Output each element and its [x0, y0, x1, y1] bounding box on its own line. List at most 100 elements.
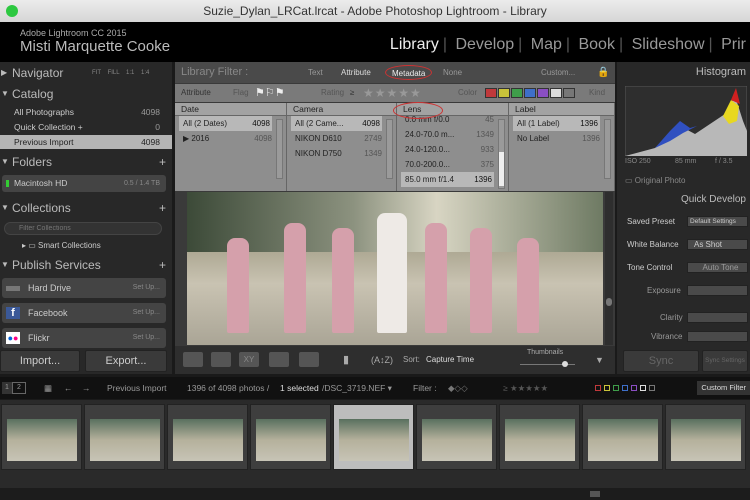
sort-dropdown[interactable]: Capture Time: [426, 346, 474, 374]
catalog-item[interactable]: Quick Collection + 0: [0, 120, 172, 134]
column-scrollbar[interactable]: [498, 119, 505, 189]
module-map[interactable]: Map: [531, 36, 562, 53]
zoom-fill[interactable]: FILL: [108, 70, 120, 76]
loupe-view-icon[interactable]: [211, 352, 231, 367]
setup-link[interactable]: Set Up...: [133, 303, 160, 323]
metadata-item[interactable]: ▶ 2016 4098: [175, 131, 286, 146]
metadata-item[interactable]: 70.0-200.0... 375: [397, 157, 508, 172]
color-filter-swatch[interactable]: [613, 385, 619, 391]
column-scrollbar[interactable]: [386, 119, 393, 179]
forward-arrow-icon[interactable]: →: [82, 377, 91, 399]
metadata-item[interactable]: 85.0 mm f/1.4 1396: [401, 172, 494, 187]
color-filter-swatch[interactable]: [595, 385, 601, 391]
catalog-header[interactable]: ▼ Catalog: [0, 85, 172, 103]
setup-link[interactable]: Set Up...: [133, 278, 160, 298]
color-filter-swatch[interactable]: [622, 385, 628, 391]
filter-tab-none[interactable]: None: [443, 62, 462, 83]
metadata-item[interactable]: All (2 Dates) 4098: [179, 116, 272, 131]
filmstrip-thumbnail[interactable]: [167, 404, 248, 470]
filmstrip-thumbnail[interactable]: [250, 404, 331, 470]
filter-tab-attribute[interactable]: Attribute: [341, 62, 371, 83]
color-label-swatch[interactable]: [563, 88, 575, 98]
filter-preset-dropdown[interactable]: Custom...: [541, 62, 575, 83]
folders-header[interactable]: ▼ Folders +: [0, 153, 172, 171]
filmstrip-thumbnail[interactable]: [665, 404, 746, 470]
window-zoom-button[interactable]: [6, 5, 18, 17]
sort-direction-icon[interactable]: (A↕Z): [371, 346, 393, 374]
module-slideshow[interactable]: Slideshow: [632, 36, 705, 53]
rating-filter-stars[interactable]: ≥ ★★★★★: [503, 377, 548, 399]
filmstrip-thumbnail-selected[interactable]: [333, 404, 414, 470]
color-label-swatch[interactable]: [498, 88, 510, 98]
module-library[interactable]: Library: [390, 36, 439, 53]
color-filter-swatch[interactable]: [604, 385, 610, 391]
people-view-icon[interactable]: [299, 352, 319, 367]
filename-dropdown[interactable]: /DSC_3719.NEF ▾: [322, 377, 392, 399]
custom-filter-dropdown[interactable]: Custom Filter: [697, 381, 750, 395]
filter-tab-metadata[interactable]: Metadata: [385, 65, 433, 80]
color-filter-swatch[interactable]: [649, 385, 655, 391]
filmstrip-thumbnail[interactable]: [416, 404, 497, 470]
zoom-1-4[interactable]: 1:4: [141, 70, 149, 76]
painter-icon[interactable]: ▮: [343, 346, 349, 374]
catalog-item-selected[interactable]: Previous Import 4098: [0, 135, 172, 149]
publish-services-header[interactable]: ▼ Publish Services +: [0, 256, 172, 274]
color-filter-swatch[interactable]: [631, 385, 637, 391]
original-photo-checkbox[interactable]: ▭ Original Photo: [625, 176, 685, 185]
filmstrip-thumbnail[interactable]: [1, 404, 82, 470]
smart-collections-set[interactable]: ▸ ▭ Smart Collections: [0, 239, 172, 253]
metadata-item[interactable]: All (2 Came... 4098: [291, 116, 382, 131]
setup-link[interactable]: Set Up...: [133, 328, 160, 348]
filter-tab-text[interactable]: Text: [308, 62, 323, 83]
import-button[interactable]: Import...: [0, 350, 80, 372]
flag-filter-icons[interactable]: ◆◇◇: [448, 377, 468, 399]
rating-stars[interactable]: ★★★★★: [363, 84, 422, 102]
vibrance-stepper[interactable]: [687, 331, 748, 342]
color-filter-swatch[interactable]: [640, 385, 646, 391]
monitor-2-button[interactable]: 2: [12, 382, 26, 394]
zoom-1-1[interactable]: 1:1: [126, 70, 134, 76]
monitor-1-button[interactable]: 1: [2, 382, 12, 394]
grid-view-icon[interactable]: [183, 352, 203, 367]
module-print[interactable]: Prir: [721, 36, 746, 53]
compare-view-icon[interactable]: XY: [239, 352, 259, 367]
vertical-scrollbar[interactable]: [605, 192, 613, 345]
filmstrip-thumbnail[interactable]: [84, 404, 165, 470]
filmstrip-thumbnail[interactable]: [499, 404, 580, 470]
publish-flickr[interactable]: ●● Flickr Set Up...: [2, 328, 166, 348]
column-header[interactable]: Label: [509, 103, 614, 116]
sync-button[interactable]: Sync: [623, 350, 699, 372]
metadata-item[interactable]: NIKON D610 2749: [287, 131, 396, 146]
exposure-stepper[interactable]: [687, 285, 748, 296]
metadata-item[interactable]: NIKON D750 1349: [287, 146, 396, 161]
zoom-fit[interactable]: FIT: [92, 70, 101, 76]
toolbar-menu-icon[interactable]: ▼: [595, 346, 604, 374]
thumbnail-size-slider[interactable]: [520, 361, 575, 367]
metadata-item[interactable]: 24.0-120.0... 933: [397, 142, 508, 157]
column-scrollbar[interactable]: [604, 119, 611, 179]
rating-operator[interactable]: ≥: [350, 84, 354, 102]
color-label-swatch[interactable]: [485, 88, 497, 98]
saved-preset-dropdown[interactable]: Default Settings: [687, 216, 748, 227]
back-arrow-icon[interactable]: ←: [64, 377, 73, 399]
color-label-swatch[interactable]: [550, 88, 562, 98]
publish-facebook[interactable]: f Facebook Set Up...: [2, 303, 166, 323]
clarity-stepper[interactable]: [687, 312, 748, 323]
color-label-swatch[interactable]: [511, 88, 523, 98]
filmstrip-scrollbar[interactable]: [0, 488, 750, 500]
column-scrollbar[interactable]: [276, 119, 283, 179]
export-button[interactable]: Export...: [85, 350, 167, 372]
filmstrip-thumbnail[interactable]: [582, 404, 663, 470]
sync-settings-button[interactable]: Sync Settings: [702, 350, 748, 372]
loupe-photo[interactable]: [187, 192, 603, 345]
metadata-item[interactable]: All (1 Label) 1396: [513, 116, 600, 131]
survey-view-icon[interactable]: [269, 352, 289, 367]
lock-icon[interactable]: 🔒: [597, 62, 609, 83]
column-header[interactable]: Camera: [287, 103, 396, 116]
filmstrip-source[interactable]: Previous Import: [107, 377, 167, 399]
zoom-options[interactable]: FIT FILL 1:1 1:4: [92, 64, 149, 82]
folder-volume[interactable]: Macintosh HD 0.5 / 1.4 TB: [2, 175, 166, 192]
flag-filter-icons[interactable]: ⚑⚐⚑: [255, 84, 285, 102]
module-develop[interactable]: Develop: [455, 36, 514, 53]
white-balance-dropdown[interactable]: As Shot: [687, 239, 748, 250]
